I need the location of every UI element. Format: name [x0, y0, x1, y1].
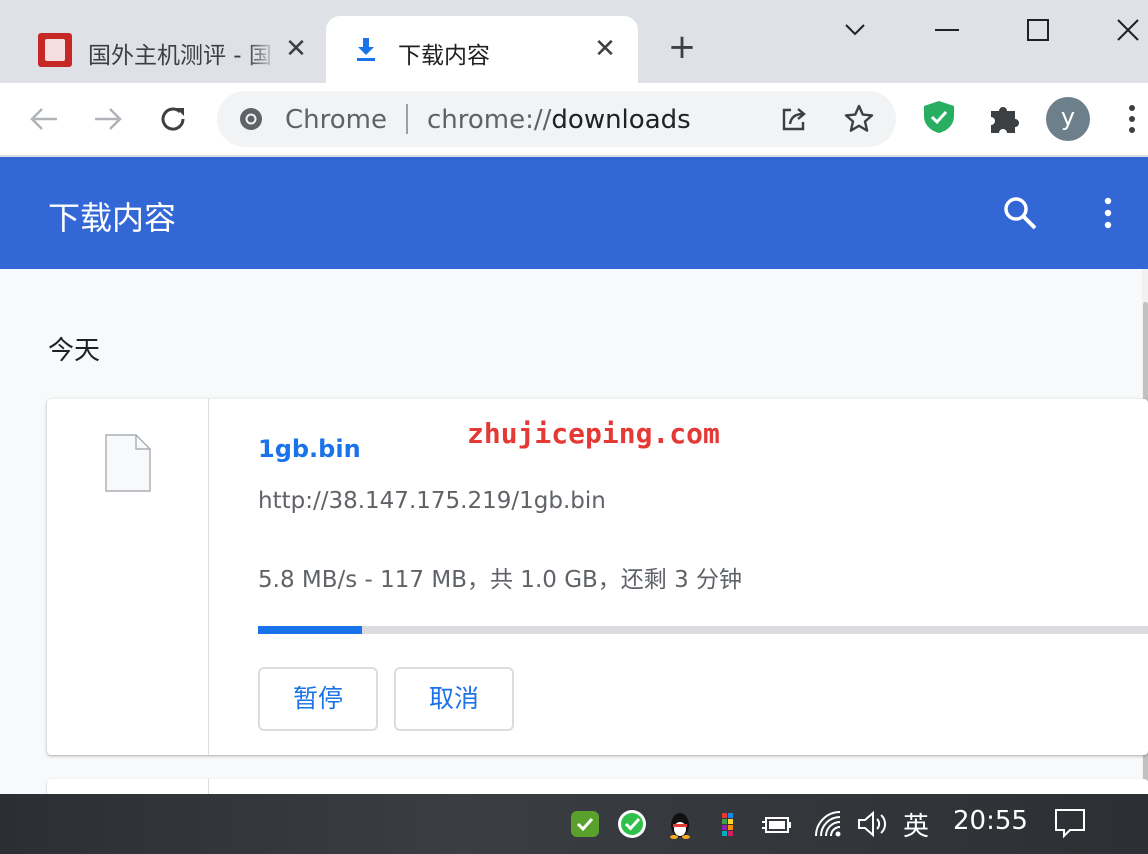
reload-button[interactable] — [155, 101, 191, 137]
downloads-header: 下载内容 — [0, 157, 1148, 269]
share-icon[interactable] — [779, 105, 809, 133]
check-circle-icon[interactable] — [616, 808, 648, 840]
page-title: 下载内容 — [48, 199, 177, 237]
profile-avatar[interactable]: y — [1046, 97, 1090, 141]
site-favicon-icon — [38, 33, 72, 67]
url-scheme: chrome:// — [427, 105, 552, 135]
ime-indicator[interactable]: 英 — [903, 806, 929, 843]
address-separator — [406, 104, 408, 134]
notification-icon[interactable] — [1053, 806, 1087, 840]
close-window-button[interactable] — [1108, 12, 1148, 48]
cancel-button[interactable]: 取消 — [394, 667, 514, 731]
close-icon — [1117, 19, 1139, 41]
tab-close-icon[interactable]: ✕ — [590, 36, 620, 62]
volume-icon[interactable] — [856, 808, 888, 840]
download-progress-fill — [258, 626, 363, 634]
downloads-page: 下载内容 今天 1gb.bin zhujiceping.com http://3… — [0, 157, 1148, 794]
url-text[interactable]: chrome://downloads — [427, 105, 691, 135]
clock[interactable]: 20:55 — [953, 806, 1028, 836]
file-icon — [105, 434, 151, 492]
search-icon[interactable] — [1000, 193, 1040, 233]
file-source-url[interactable]: http://38.147.175.219/1gb.bin — [258, 488, 606, 514]
download-item: 1gb.bin zhujiceping.com http://38.147.17… — [47, 399, 1148, 755]
extension-shield-icon[interactable] — [922, 100, 956, 134]
minimize-icon — [935, 29, 959, 31]
browser-toolbar: Chrome chrome://downloads — [0, 83, 1148, 156]
maximize-icon — [1027, 19, 1049, 41]
address-bar[interactable]: Chrome chrome://downloads — [217, 91, 896, 147]
colorful-app-icon[interactable] — [712, 808, 744, 840]
file-icon-column — [47, 779, 209, 794]
tab-title: 国外主机测评 - 国 — [88, 43, 272, 69]
chrome-logo-icon — [240, 108, 262, 130]
site-chip-label: Chrome — [285, 105, 387, 135]
download-status: 5.8 MB/s - 117 MB，共 1.0 GB，还剩 3 分钟 — [258, 567, 743, 593]
tab-search-button[interactable] — [835, 12, 875, 48]
security-shield-icon[interactable] — [569, 808, 601, 840]
new-tab-button[interactable]: + — [664, 30, 700, 64]
maximize-button[interactable] — [1018, 12, 1058, 48]
date-group-header: 今天 — [48, 336, 101, 366]
minimize-button[interactable] — [927, 12, 967, 48]
tab-inactive[interactable]: 国外主机测评 - 国 ✕ — [18, 16, 318, 83]
tab-close-icon[interactable]: ✕ — [281, 36, 311, 62]
wifi-icon[interactable] — [812, 808, 844, 840]
forward-arrow-icon — [95, 108, 122, 130]
reload-icon — [161, 107, 185, 131]
bookmark-star-icon[interactable] — [843, 103, 875, 135]
windows-taskbar: 英 20:55 — [0, 794, 1148, 854]
qq-penguin-icon[interactable] — [664, 808, 696, 840]
forward-button[interactable] — [90, 101, 126, 137]
download-icon — [357, 38, 375, 61]
more-actions-icon[interactable] — [1096, 195, 1120, 231]
download-item-next — [47, 779, 1148, 794]
download-progress-bar — [258, 626, 1148, 634]
back-button[interactable] — [26, 101, 62, 137]
power-plug-icon[interactable] — [760, 808, 792, 840]
watermark-text: zhujiceping.com — [467, 417, 720, 450]
browser-menu-icon[interactable] — [1122, 104, 1142, 134]
extensions-puzzle-icon[interactable] — [987, 101, 1021, 135]
tab-title: 下载内容 — [398, 43, 490, 69]
tab-strip: 国外主机测评 - 国 ✕ 下载内容 ✕ + — [0, 0, 1148, 83]
url-path: downloads — [551, 105, 691, 135]
file-name-link[interactable]: 1gb.bin — [258, 435, 361, 463]
chevron-down-icon — [845, 24, 865, 36]
pause-button[interactable]: 暂停 — [258, 667, 378, 731]
back-arrow-icon — [30, 108, 57, 130]
tab-active-downloads[interactable]: 下载内容 ✕ — [326, 16, 638, 83]
file-icon-column — [47, 399, 209, 755]
